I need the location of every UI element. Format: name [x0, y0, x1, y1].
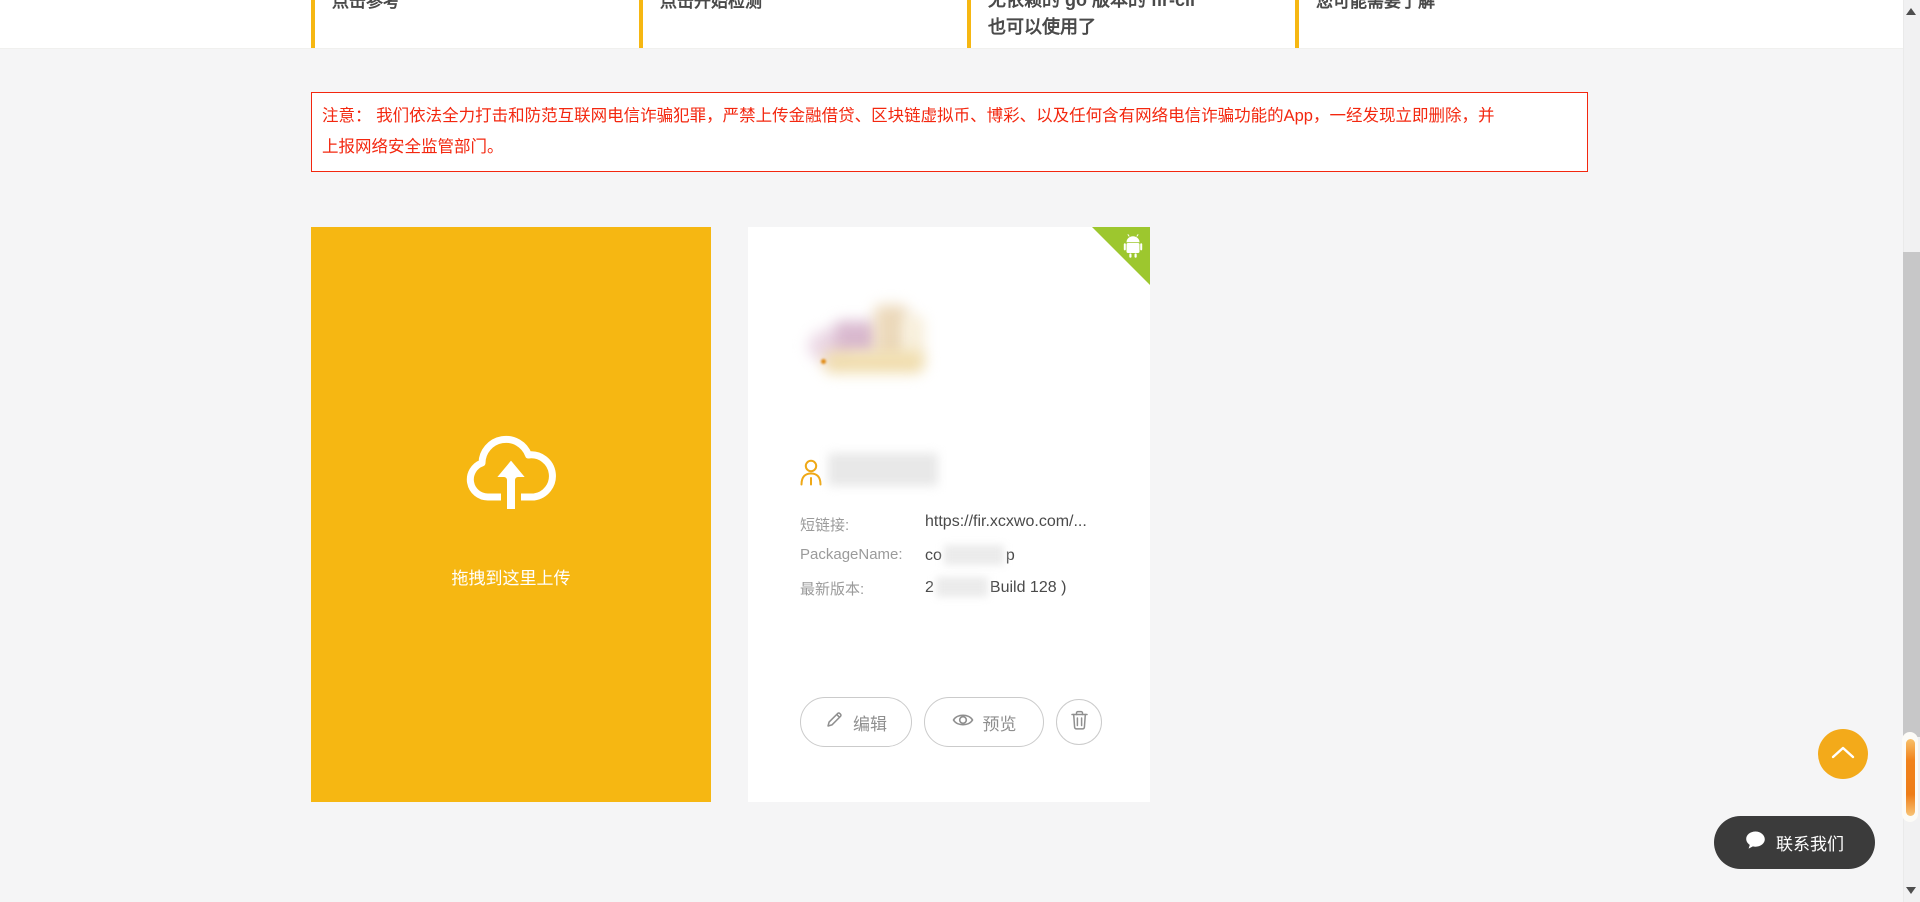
- scrollbar-thumb[interactable]: [1903, 252, 1920, 737]
- latest-version-label: 最新版本:: [800, 578, 864, 599]
- field-package-name: PackageName: co p: [800, 545, 1136, 569]
- package-name-label: PackageName:: [800, 546, 903, 563]
- edit-button[interactable]: 编辑: [800, 697, 912, 747]
- short-link-value[interactable]: https://fir.xcxwo.com/...: [925, 513, 1087, 531]
- preview-button[interactable]: 预览: [924, 697, 1044, 747]
- preview-button-label: 预览: [983, 710, 1017, 735]
- app-icon-blurred: [808, 305, 924, 375]
- help-column-3-line1[interactable]: 无依赖的 go 版本的 fir-cli: [988, 0, 1287, 14]
- field-short-link: 短链接: https://fir.xcxwo.com/...: [800, 513, 1136, 537]
- help-column-1: 点击参考: [311, 0, 631, 49]
- contact-us-button[interactable]: 联系我们: [1714, 816, 1875, 869]
- pencil-icon: [825, 710, 844, 734]
- help-column-2: 点击开始检测: [639, 0, 959, 49]
- eye-icon: [952, 712, 974, 733]
- latest-version-value: 2 Build 128 ): [925, 577, 1066, 597]
- person-icon: [798, 458, 824, 486]
- fraud-warning-line2: 上报网络安全监管部门。: [322, 132, 1577, 163]
- help-column-4-label[interactable]: 您可能需要了解: [1316, 0, 1588, 14]
- package-name-prefix: co: [925, 547, 942, 564]
- icon-blur-dot: [821, 359, 826, 364]
- icon-blur-blob: [824, 351, 924, 373]
- fraud-warning-notice: 注意： 我们依法全力打击和防范互联网电信诈骗犯罪，严禁上传金融借贷、区块链虚拟币…: [311, 92, 1588, 172]
- latest-version-suffix: Build 128 ): [990, 579, 1067, 596]
- scrollbar-down-arrow[interactable]: [1906, 887, 1916, 894]
- chevron-up-icon: [1829, 744, 1857, 765]
- delete-button[interactable]: [1056, 699, 1102, 745]
- help-column-3-line2[interactable]: 也可以使用了: [988, 14, 1287, 41]
- fraud-warning-line1: 注意： 我们依法全力打击和防范互联网电信诈骗犯罪，严禁上传金融借贷、区块链虚拟币…: [322, 101, 1577, 132]
- back-to-top-button[interactable]: [1818, 729, 1868, 779]
- dropzone-label: 拖拽到这里上传: [311, 564, 711, 589]
- help-column-1-label[interactable]: 点击参考: [332, 0, 631, 14]
- short-link-label: 短链接:: [800, 514, 849, 535]
- upload-dropzone[interactable]: 拖拽到这里上传: [311, 227, 711, 802]
- help-column-2-label[interactable]: 点击开始检测: [660, 0, 959, 14]
- package-name-value: co p: [925, 545, 1015, 565]
- scroll-float-orange-bar: [1906, 739, 1915, 816]
- scrollbar-up-arrow[interactable]: [1906, 8, 1916, 15]
- field-latest-version: 最新版本: 2 Build 128 ): [800, 577, 1136, 601]
- app-name-blurred: [828, 453, 938, 486]
- chat-bubble-icon: [1745, 830, 1766, 855]
- help-column-4: 您可能需要了解: [1295, 0, 1588, 49]
- android-icon: [1123, 234, 1143, 258]
- cloud-upload-icon: [455, 423, 567, 522]
- package-name-suffix: p: [1006, 547, 1015, 564]
- latest-version-prefix: 2: [925, 579, 934, 596]
- package-name-redacted: [944, 545, 1004, 565]
- page: 点击参考 点击开始检测 无依赖的 go 版本的 fir-cli 也可以使用了 您…: [0, 0, 1920, 902]
- edit-button-label: 编辑: [853, 710, 887, 735]
- help-bar: 点击参考 点击开始检测 无依赖的 go 版本的 fir-cli 也可以使用了 您…: [0, 0, 1920, 49]
- app-card: 短链接: https://fir.xcxwo.com/... PackageNa…: [748, 227, 1150, 802]
- contact-us-label: 联系我们: [1776, 830, 1844, 855]
- latest-version-redacted: [936, 577, 988, 597]
- trash-icon: [1071, 710, 1088, 735]
- icon-blur-blob: [834, 321, 878, 355]
- help-column-3: 无依赖的 go 版本的 fir-cli 也可以使用了: [967, 0, 1287, 49]
